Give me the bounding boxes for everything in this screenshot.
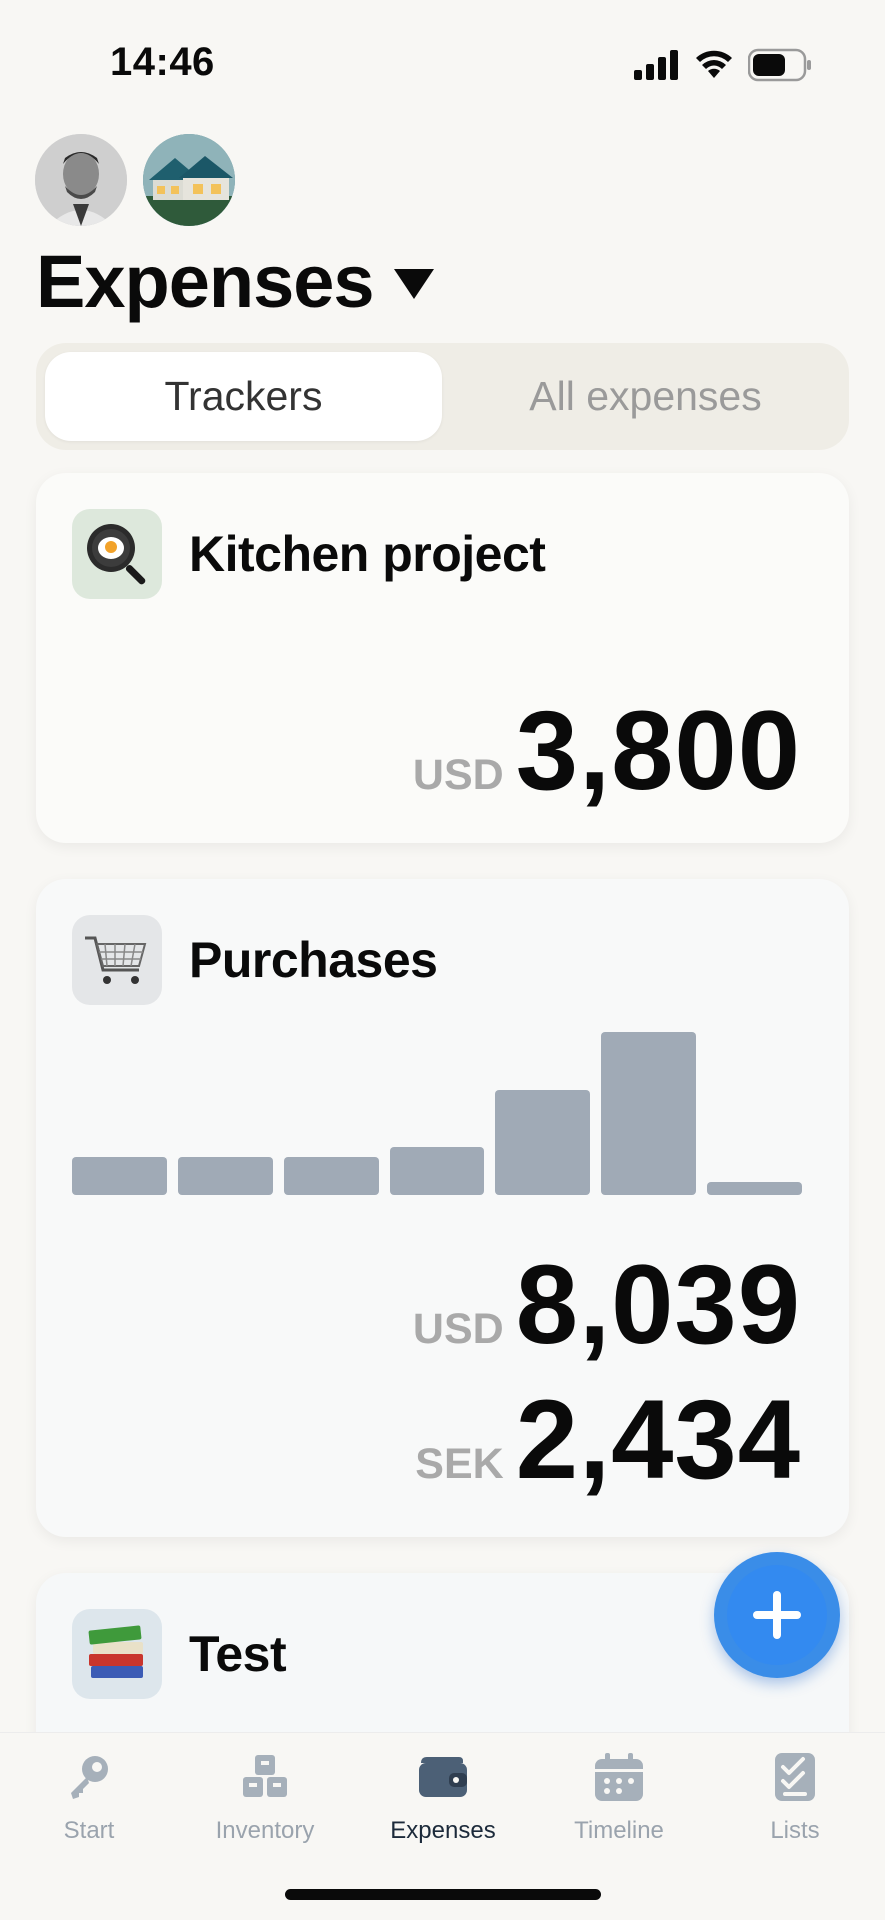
amount-row: USD 3,800 (413, 695, 801, 807)
status-time: 14:46 (110, 40, 215, 84)
tracker-title: Test (189, 1626, 287, 1682)
tab-label: Expenses (390, 1817, 496, 1844)
wifi-icon (696, 50, 732, 78)
frying-pan-icon (72, 509, 162, 599)
chart-bar (707, 1181, 802, 1195)
segment-all-expenses[interactable]: All expenses (448, 352, 843, 441)
plus-icon (753, 1591, 801, 1639)
amount-value: 8,039 (515, 1242, 801, 1367)
amount-row: USD 8,039 (413, 1249, 801, 1361)
tab-label: Lists (770, 1817, 820, 1844)
amount-row: SEK 2,434 (415, 1384, 801, 1496)
tab-expenses[interactable]: Expenses (363, 1749, 523, 1859)
user-avatar[interactable] (35, 134, 127, 226)
segment-trackers[interactable]: Trackers (45, 352, 442, 441)
tracker-title: Kitchen project (189, 526, 546, 582)
house-photo-icon (143, 134, 235, 226)
chart-bar (177, 1156, 273, 1195)
tracker-card-kitchen[interactable]: Kitchen project USD 3,800 (36, 473, 849, 843)
chart-bar (495, 1090, 591, 1195)
tab-label: Inventory (215, 1817, 315, 1844)
currency-code: USD (412, 1305, 504, 1353)
cellular-signal-icon (634, 50, 678, 80)
chart-bar (601, 1032, 697, 1195)
amount-value: 3,800 (515, 688, 801, 813)
amount-value: 2,434 (515, 1377, 801, 1502)
tab-label: Start (63, 1817, 115, 1844)
view-segmented-control: Trackers All expenses (36, 343, 849, 450)
tab-label: Timeline (574, 1817, 664, 1844)
key-icon (71, 1756, 108, 1799)
caret-down-icon (393, 269, 434, 299)
wallet-icon (419, 1757, 467, 1797)
tab-inventory[interactable]: Inventory (185, 1749, 345, 1859)
person-portrait-icon (35, 134, 127, 226)
currency-code: SEK (415, 1440, 504, 1488)
tab-lists[interactable]: Lists (715, 1749, 875, 1859)
tab-start[interactable]: Start (9, 1749, 169, 1859)
page-title: Expenses (36, 239, 375, 323)
checklist-icon (775, 1753, 815, 1801)
battery-icon (748, 48, 811, 82)
chart-bar (72, 1156, 167, 1195)
chart-bar (283, 1156, 379, 1195)
tab-timeline[interactable]: Timeline (539, 1749, 699, 1859)
status-bar: 14:46 (0, 0, 885, 120)
books-icon (72, 1609, 162, 1699)
add-tracker-button[interactable] (714, 1552, 840, 1678)
tracker-title: Purchases (189, 932, 438, 988)
title-dropdown[interactable]: Expenses (36, 236, 434, 326)
currency-code: USD (412, 751, 504, 799)
chart-bar (389, 1146, 485, 1195)
boxes-icon (243, 1755, 287, 1797)
home-avatar[interactable] (143, 134, 235, 226)
shopping-cart-icon (72, 915, 162, 1005)
tracker-card-purchases[interactable]: Purchases USD 8,039 SEK 2,434 (36, 879, 849, 1537)
calendar-icon (595, 1753, 643, 1801)
purchases-bar-chart (72, 1029, 802, 1195)
home-indicator (285, 1889, 601, 1900)
